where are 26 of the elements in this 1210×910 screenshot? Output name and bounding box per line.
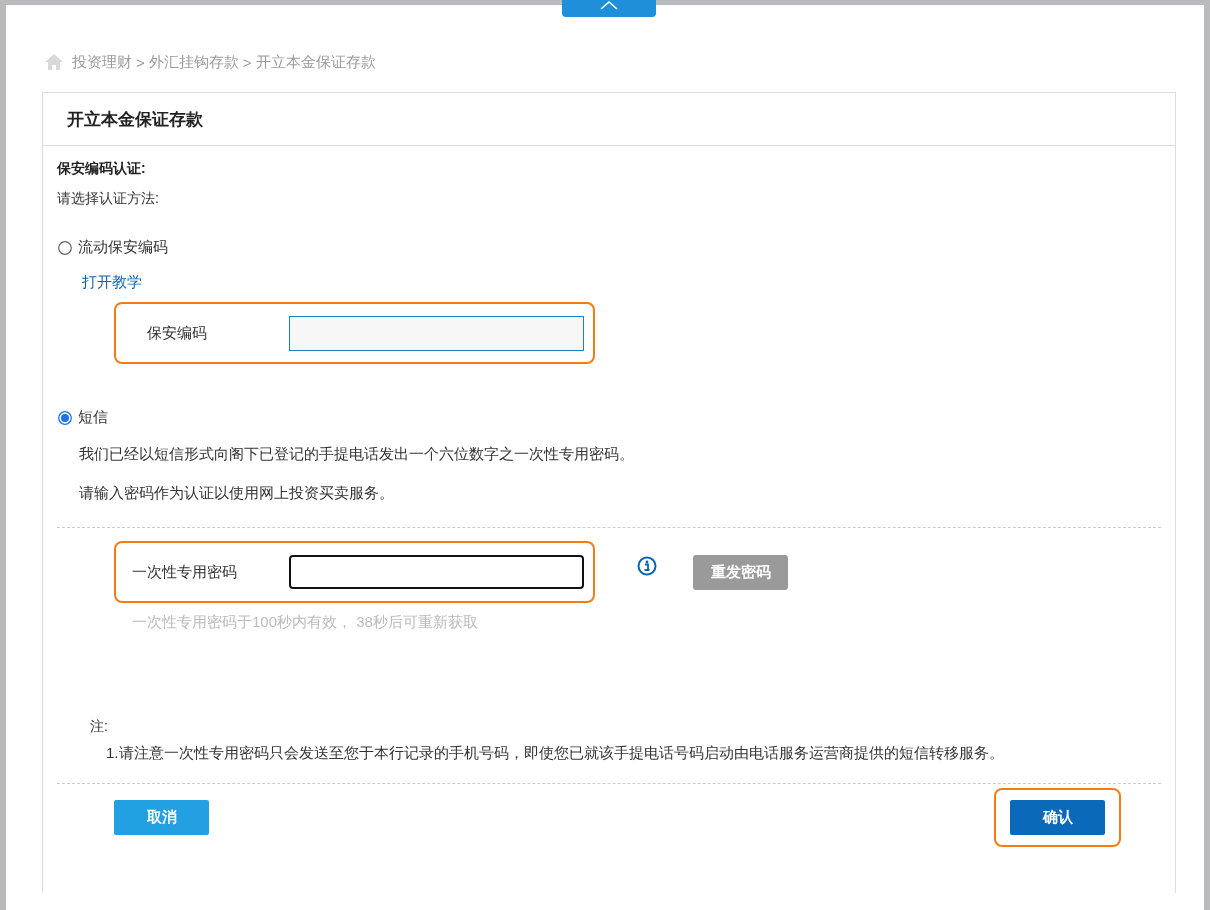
cancel-button[interactable]: 取消 [114,800,209,835]
section-heading: 保安编码认证: [57,160,147,178]
note-text: 1.请注意一次性专用密码只会发送至您于本行记录的手机号码，即使您已就该手提电话号码启动由电话服务运营商提供的短信转移服务。 [106,744,1005,763]
breadcrumb-link[interactable]: 投资理财 [72,52,132,72]
info-text: 我们已经以短信形式向阁下已登记的手提电话发出一个六位数字之一次性专用密码。 [79,445,635,464]
field-label: 一次性专用密码 [132,562,238,582]
radio-button[interactable] [58,240,72,255]
radio-label[interactable]: 短信 [78,408,108,427]
field-label: 保安编码 [147,323,208,343]
info-icon[interactable] [637,556,657,576]
note-heading: 注: [90,718,109,736]
confirm-button[interactable]: 确认 [1010,800,1105,835]
radio-label[interactable]: 流动保安编码 [78,238,168,257]
security-code-field[interactable] [289,315,584,351]
breadcrumb-separator: > [242,53,252,71]
tutorial-link[interactable]: 打开教学 [82,273,142,292]
info-text: 请输入密码作为认证以使用网上投资买卖服务。 [79,484,395,503]
breadcrumb-separator: > [136,53,145,71]
breadcrumb-link[interactable]: 开立本金保证存款 [255,52,376,72]
password-field[interactable] [289,555,584,589]
chevron-up-icon [599,0,619,10]
prompt-text: 请选择认证方法: [57,190,160,208]
card-title: 开立本金保证存款 [67,108,203,131]
breadcrumb-link[interactable]: 外汇挂钩存款 [148,52,239,72]
home-icon [44,53,64,71]
radio-button[interactable] [58,410,72,425]
